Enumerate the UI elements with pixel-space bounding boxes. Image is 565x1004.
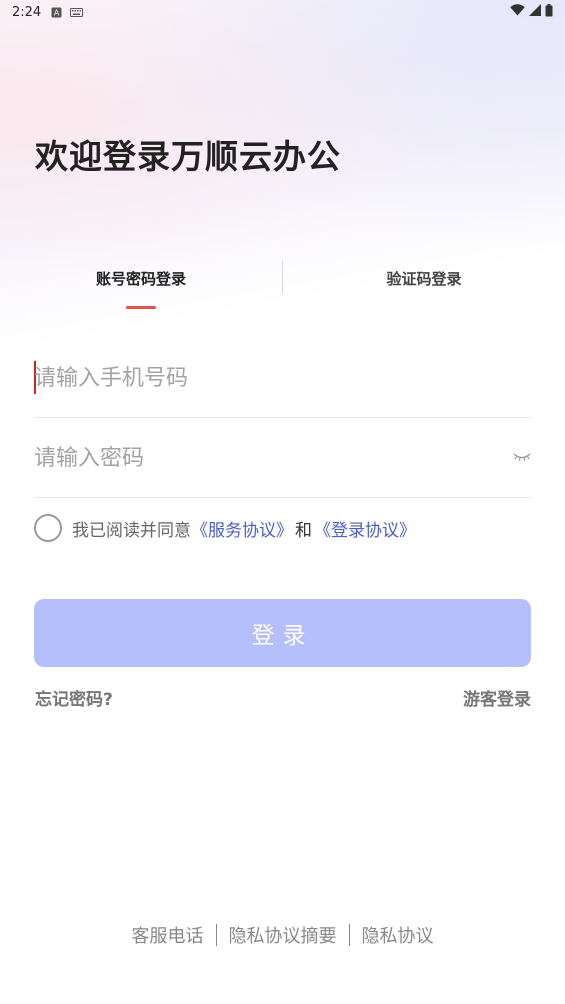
- password-field: [34, 418, 531, 498]
- privacy-summary-link[interactable]: 隐私协议摘要: [229, 922, 337, 948]
- forgot-password-link[interactable]: 忘记密码?: [35, 685, 113, 710]
- tab-code-login[interactable]: 验证码登录: [283, 258, 565, 298]
- svg-text:A: A: [54, 8, 60, 17]
- footer-divider: [348, 924, 350, 946]
- customer-service-link[interactable]: 客服电话: [132, 922, 204, 948]
- page-title: 欢迎登录万顺云办公: [35, 137, 341, 176]
- wifi-icon: [510, 4, 525, 20]
- login-agreement-link[interactable]: 《登录协议》: [314, 516, 416, 541]
- eye-closed-icon[interactable]: [513, 450, 531, 464]
- agreement-prefix: 我已阅读并同意: [72, 520, 191, 541]
- battery-icon: [545, 3, 553, 21]
- footer-links: 客服电话 隐私协议摘要 隐私协议: [0, 922, 565, 948]
- keyboard-icon: [70, 7, 84, 17]
- phone-input[interactable]: [34, 356, 494, 400]
- status-time: 2:24: [12, 4, 42, 20]
- footer-divider: [215, 924, 217, 946]
- agreement-and: 和: [295, 520, 312, 541]
- signal-icon: [529, 4, 541, 20]
- password-input[interactable]: [34, 436, 494, 480]
- phone-field: [34, 338, 531, 418]
- login-button[interactable]: 登录: [34, 599, 531, 667]
- guest-login-link[interactable]: 游客登录: [463, 685, 531, 710]
- agreement-checkbox[interactable]: [34, 514, 62, 542]
- agreement-row: 我已阅读并同意 《服务协议》 和 《登录协议》: [34, 513, 416, 543]
- a-icon: A: [51, 7, 62, 18]
- login-tabs: 账号密码登录 验证码登录: [0, 258, 565, 318]
- service-agreement-link[interactable]: 《服务协议》: [191, 516, 293, 541]
- status-bar: 2:24 A: [0, 0, 565, 24]
- status-right: [510, 3, 553, 21]
- tab-password-login[interactable]: 账号密码登录: [0, 258, 282, 298]
- privacy-policy-link[interactable]: 隐私协议: [362, 922, 434, 948]
- active-tab-indicator: [126, 306, 156, 309]
